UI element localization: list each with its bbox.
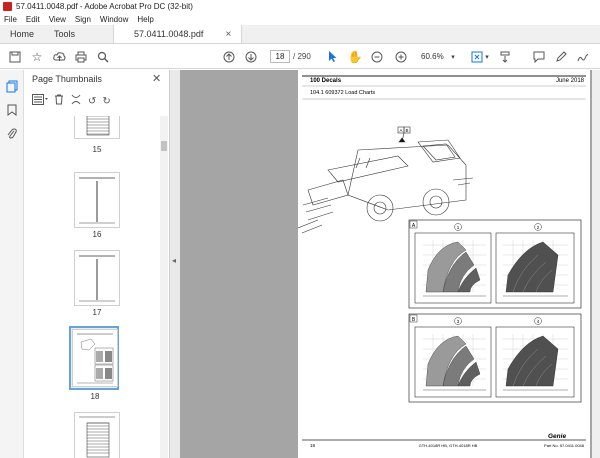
tab-bar: Home Tools 57.0411.0048.pdf × xyxy=(0,25,600,44)
menu-edit[interactable]: Edit xyxy=(26,15,40,24)
footer-page-number: 18 xyxy=(310,443,316,448)
rotate-counterclockwise-icon[interactable]: ↺ xyxy=(88,96,96,107)
title-bar: 57.0411.0048.pdf - Adobe Acrobat Pro DC … xyxy=(0,0,600,13)
page-thumbnail[interactable] xyxy=(74,250,120,306)
menu-help[interactable]: Help xyxy=(137,15,153,24)
close-panel-icon[interactable]: ✕ xyxy=(152,72,161,85)
panel-splitter[interactable]: ◂ xyxy=(170,70,180,458)
load-chart-3: 3 xyxy=(414,317,492,398)
sign-icon[interactable] xyxy=(576,49,590,64)
callout-b: B xyxy=(405,128,408,133)
page-thumbnail[interactable] xyxy=(74,116,120,139)
thumbnail-page-preview xyxy=(79,177,115,224)
zoom-chevron-down-icon[interactable]: ▾ xyxy=(449,49,457,64)
tab-document-label: 57.0411.0048.pdf xyxy=(134,29,204,39)
bookmarks-icon[interactable] xyxy=(5,103,19,117)
load-chart-4: 4 xyxy=(495,317,575,398)
telehandler-illustration xyxy=(298,126,474,234)
thumbnail-label: 15 xyxy=(92,145,102,154)
page-fit-icon[interactable] xyxy=(470,49,484,64)
zoom-in-icon[interactable] xyxy=(394,49,408,64)
collapse-panel-arrow-icon[interactable]: ◂ xyxy=(172,256,176,265)
close-tab-icon[interactable]: × xyxy=(225,29,231,40)
thumbnail-page-preview xyxy=(79,255,115,302)
scroll-mode-icon[interactable] xyxy=(498,49,512,64)
attachments-paperclip-icon[interactable] xyxy=(5,127,19,141)
window-title: 57.0411.0048.pdf - Adobe Acrobat Pro DC … xyxy=(16,2,193,11)
menu-bar: File Edit View Sign Window Help xyxy=(0,13,600,25)
page-subtitle: 104.1 609372 Load Charts xyxy=(310,90,375,96)
search-icon[interactable] xyxy=(96,49,110,64)
upload-cloud-icon[interactable] xyxy=(52,49,66,64)
panel-toolbar: ↺ ↻ xyxy=(32,94,111,108)
highlight-pen-icon[interactable] xyxy=(554,49,568,64)
thumbnail-table-preview xyxy=(79,416,115,458)
select-cursor-icon[interactable] xyxy=(326,49,340,64)
footer-part-number: Part No. 57.0411.0048 xyxy=(544,443,585,448)
comment-icon[interactable] xyxy=(532,49,546,64)
tab-tools[interactable]: Tools xyxy=(44,25,85,43)
thumbnail-scrollbar-thumb[interactable] xyxy=(161,141,167,151)
thumbnail-page-preview xyxy=(77,333,114,384)
tab-document[interactable]: 57.0411.0048.pdf × xyxy=(113,25,243,43)
page-date: June 2018 xyxy=(556,78,585,84)
page-number-input[interactable]: 18 xyxy=(270,50,290,63)
next-page-icon[interactable] xyxy=(244,49,258,64)
load-chart-2: 2 xyxy=(495,223,575,304)
footer-model: GTH-4018R HB, GTH-4018R HB xyxy=(419,443,478,448)
rotate-clockwise-icon[interactable]: ↻ xyxy=(102,96,110,107)
page-thumbnail[interactable] xyxy=(74,172,120,228)
print-icon[interactable] xyxy=(74,49,88,64)
thumbnail-options-icon[interactable] xyxy=(32,94,48,108)
acrobat-app-icon xyxy=(3,2,12,11)
thumbnail-label: 16 xyxy=(92,230,102,239)
delete-page-icon[interactable] xyxy=(54,94,64,108)
panel-title: Page Thumbnails xyxy=(32,74,102,84)
page-thumbnails-icon[interactable] xyxy=(5,79,19,93)
zoom-out-icon[interactable] xyxy=(370,49,384,64)
save-icon[interactable] xyxy=(8,49,22,64)
thumbnail-label: 18 xyxy=(90,392,100,401)
document-scrollbar[interactable] xyxy=(592,70,600,458)
load-chart-1: 1 xyxy=(414,223,492,304)
page-fit-chevron-icon[interactable]: ▾ xyxy=(484,49,490,64)
thumbnail-list: 15 16 17 18 xyxy=(24,116,170,458)
extract-pages-icon[interactable] xyxy=(70,94,82,108)
menu-window[interactable]: Window xyxy=(100,15,128,24)
genie-logo: Genie xyxy=(548,433,566,440)
page-total: / 290 xyxy=(293,52,311,61)
main-toolbar: ☆ 18 / 290 ✋ 60.6% ▾ ▾ xyxy=(0,44,600,69)
thumbnail-table-preview xyxy=(86,116,110,136)
page-thumbnail[interactable] xyxy=(74,412,120,458)
page-thumbnails-panel: Page Thumbnails ✕ ↺ ↻ 15 16 17 18 xyxy=(24,70,170,458)
menu-view[interactable]: View xyxy=(49,15,66,24)
pdf-page: 100 Decals June 2018 104.1 609372 Load C… xyxy=(298,70,590,458)
zoom-level-dropdown[interactable]: 60.6% xyxy=(421,52,444,61)
page-section-title: 100 Decals xyxy=(310,78,342,84)
tab-home[interactable]: Home xyxy=(0,25,44,43)
callout-a: A xyxy=(399,128,402,133)
thumbnail-label: 17 xyxy=(92,308,102,317)
document-view[interactable]: 100 Decals June 2018 104.1 609372 Load C… xyxy=(180,70,600,458)
previous-page-icon[interactable] xyxy=(222,49,236,64)
left-navigation-bar xyxy=(0,70,24,458)
page-thumbnail-current[interactable] xyxy=(72,329,118,387)
bookmark-star-icon[interactable]: ☆ xyxy=(30,49,44,64)
menu-sign[interactable]: Sign xyxy=(75,15,91,24)
menu-file[interactable]: File xyxy=(4,15,17,24)
thumbnail-scrollbar[interactable] xyxy=(160,116,168,458)
hand-tool-icon[interactable]: ✋ xyxy=(348,49,363,64)
